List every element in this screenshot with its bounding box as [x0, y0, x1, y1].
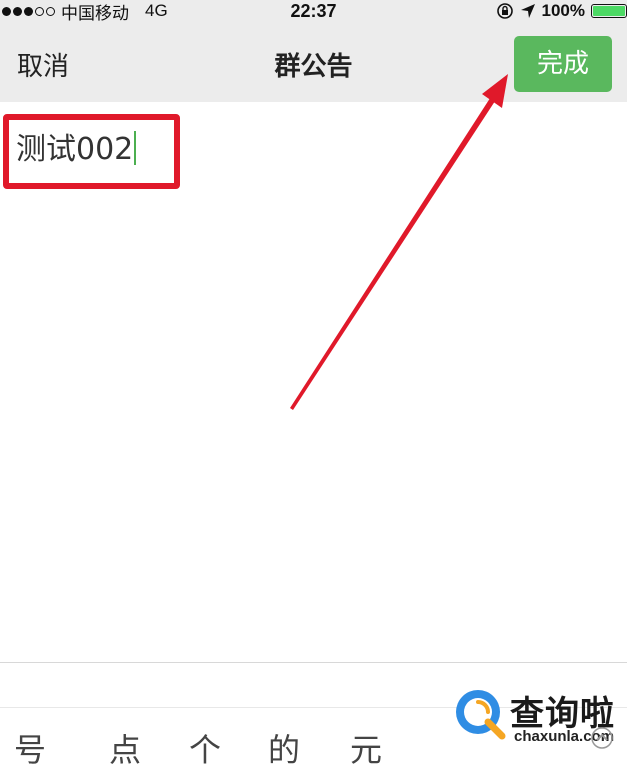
watermark: 查询啦 chaxunla.com — [448, 682, 627, 766]
search-magnifier-logo-icon — [456, 690, 506, 740]
candidate-word[interactable]: 元 — [350, 725, 382, 771]
candidate-word[interactable]: 个 — [189, 725, 221, 771]
candidate-word[interactable]: 点 — [109, 725, 141, 771]
candidate-word[interactable]: 号 — [14, 725, 46, 771]
candidate-word[interactable]: 的 — [268, 725, 300, 771]
chevron-up-icon[interactable] — [590, 726, 614, 750]
annotation-arrow — [290, 74, 508, 410]
